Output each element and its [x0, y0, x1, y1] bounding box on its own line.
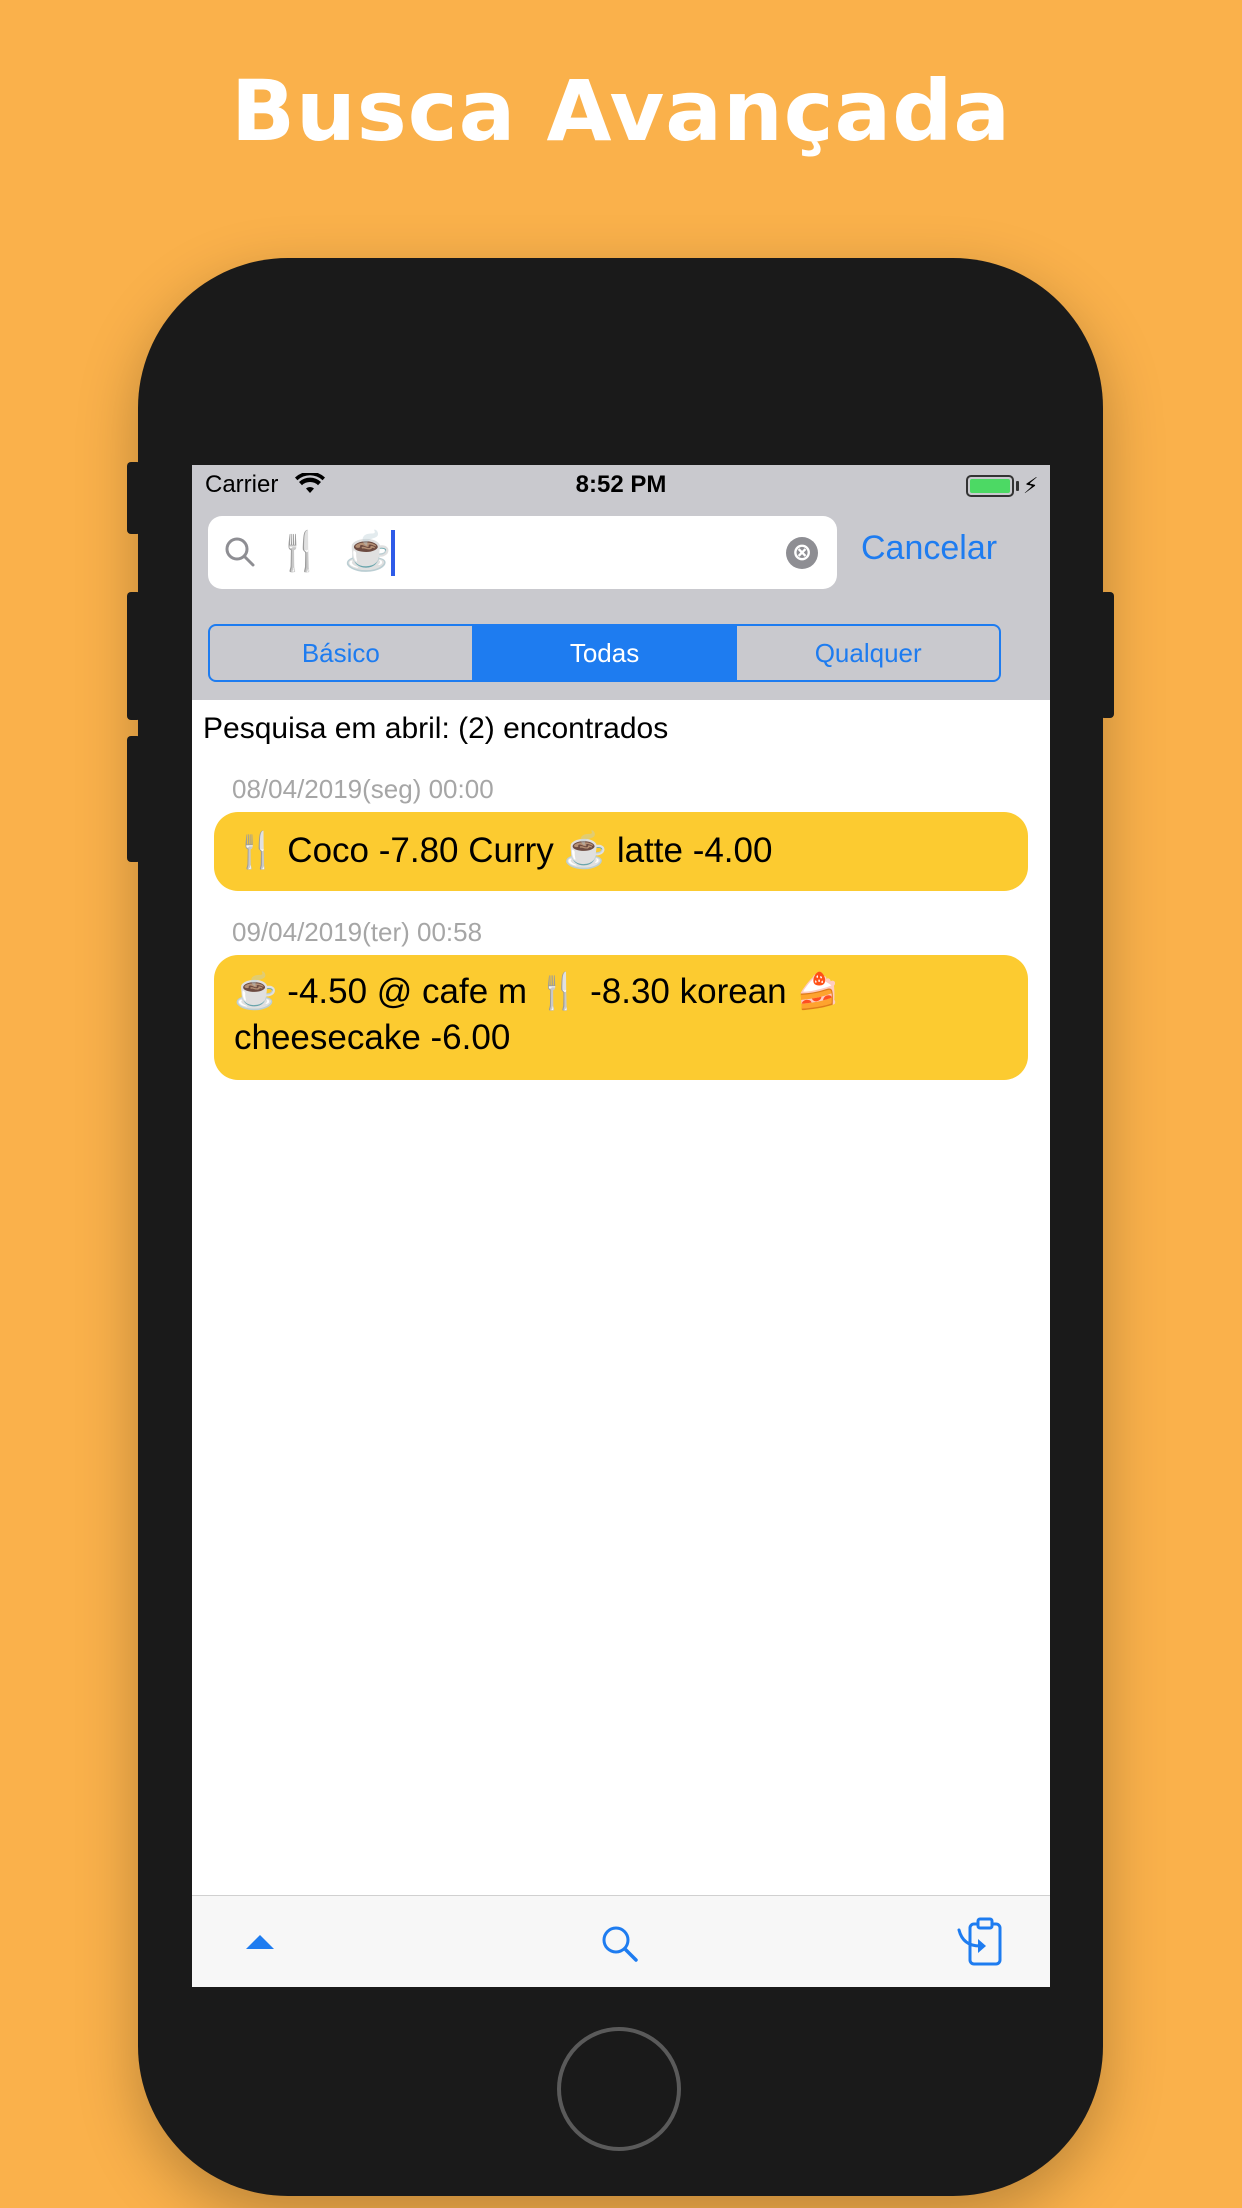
volume-up-button	[127, 592, 141, 720]
clear-search-icon[interactable]: ⊗	[786, 537, 818, 569]
charging-bolt-icon: ⚡	[1023, 473, 1039, 498]
headline: Busca Avançada	[230, 62, 1012, 160]
navigation-header: Carrier 8:52 PM ⚡ 🍴 ☕️ ⊗ Cancelar Básico…	[192, 465, 1050, 700]
segment-todas[interactable]: Todas	[473, 626, 738, 680]
mute-switch	[127, 462, 141, 534]
results-summary: Pesquisa em abril: (2) encontrados	[203, 712, 669, 745]
entry-date: 08/04/2019(seg) 00:00	[232, 774, 494, 804]
search-mode-segmented-control: Básico Todas Qualquer	[208, 624, 1001, 682]
search-query[interactable]: 🍴 ☕️	[276, 528, 402, 576]
status-time: 8:52 PM	[575, 471, 667, 498]
battery-tip	[1016, 481, 1019, 491]
tab-bar	[192, 1895, 1050, 1987]
power-button	[1100, 592, 1114, 718]
battery-icon	[966, 475, 1014, 497]
segment-basico[interactable]: Básico	[210, 626, 474, 680]
clipboard-export-icon[interactable]	[956, 1916, 1008, 1968]
search-icon	[225, 537, 255, 567]
entry-bubble[interactable]: ☕️ -4.50 @ cafe m 🍴 -8.30 korean 🍰 chees…	[214, 955, 1028, 1080]
entry-bubble[interactable]: 🍴 Coco -7.80 Curry ☕️ latte -4.00	[214, 812, 1028, 891]
home-button[interactable]	[557, 2027, 681, 2151]
cancel-button[interactable]: Cancelar	[861, 529, 997, 568]
volume-down-button	[127, 736, 141, 862]
entry-date: 09/04/2019(ter) 00:58	[232, 917, 483, 947]
text-caret	[391, 530, 395, 576]
search-input[interactable]: 🍴 ☕️ ⊗	[208, 516, 837, 589]
chevron-up-icon[interactable]	[246, 1935, 274, 1949]
app-screen: Carrier 8:52 PM ⚡ 🍴 ☕️ ⊗ Cancelar Básico…	[192, 465, 1050, 1987]
segment-qualquer[interactable]: Qualquer	[737, 626, 999, 680]
search-icon[interactable]	[600, 1924, 640, 1964]
